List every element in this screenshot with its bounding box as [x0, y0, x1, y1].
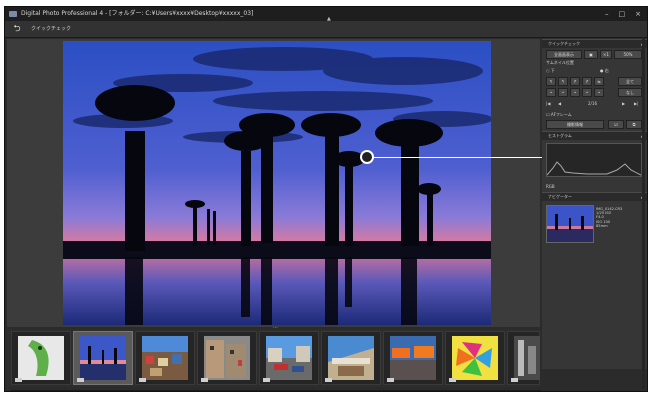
raw-badge [325, 378, 332, 382]
navigator-panel-title[interactable]: ナビゲーター ▲ [542, 192, 647, 201]
first-image-icon[interactable]: |◀ [546, 101, 550, 106]
af-frame-label: AFフレーム [550, 112, 572, 117]
raw-badge [511, 378, 518, 382]
histogram-panel-label: ヒストグラム [548, 133, 572, 138]
thumbnail-old-buildings[interactable] [197, 331, 257, 385]
thumbnail-strip [7, 329, 540, 387]
back-icon[interactable]: ⮌ [11, 23, 23, 35]
app-icon [9, 11, 17, 17]
thumbnail-orange-umbrellas[interactable] [383, 331, 443, 385]
thumbnail-hillside-town[interactable] [135, 331, 195, 385]
full-screen-button[interactable]: 全画面表示 [546, 50, 582, 59]
check-button[interactable]: ☑ [608, 120, 624, 129]
raw-badge [139, 378, 146, 382]
maximize-button[interactable]: □ [619, 7, 626, 21]
star-3-button[interactable]: • [570, 88, 580, 97]
rotate-left-button[interactable]: ↰ [546, 77, 556, 86]
position-bottom-label: 下 [550, 68, 555, 73]
rating-none-button[interactable]: なし [618, 88, 642, 97]
flip-button[interactable]: ⇆ [594, 77, 604, 86]
thumbnail-chameleon[interactable] [11, 331, 71, 385]
window-controls: – □ × [605, 7, 641, 21]
thumbnail-street-cars[interactable] [259, 331, 319, 385]
toolbar: ⮌ クイックチェック [5, 21, 647, 38]
raw-badge [15, 378, 22, 382]
last-image-icon[interactable]: ▶| [634, 101, 638, 106]
quick-check-tab[interactable]: クイックチェック [31, 21, 71, 37]
main-photo [63, 41, 491, 325]
thumb-position-label: サムネイル位置 [546, 60, 574, 65]
rating-all-button[interactable]: 全て [618, 77, 642, 86]
zoom-button[interactable]: ×1 [600, 50, 612, 59]
shooting-info-button[interactable]: 撮影情報 [546, 120, 604, 129]
rotate-right2-button[interactable]: ↱ [582, 77, 592, 86]
zoom-select[interactable]: 50% [614, 50, 642, 59]
image-viewer[interactable] [7, 39, 540, 327]
star-2-button[interactable]: • [558, 88, 568, 97]
quick-check-panel-title[interactable]: クイックチェック ▲ [542, 39, 647, 48]
position-right-label: 右 [604, 68, 609, 73]
fit-screen-button[interactable]: ▣ [584, 50, 598, 59]
rotate-left2-button[interactable]: ↰ [558, 77, 568, 86]
af-frame-checkbox[interactable]: ☐ AFフレーム [546, 112, 572, 118]
callout-marker [360, 150, 374, 164]
next-image-icon[interactable]: ▶ [622, 101, 625, 106]
raw-badge [77, 378, 84, 382]
collapse-toolbar-icon[interactable]: ▲ [327, 16, 331, 22]
close-button[interactable]: × [635, 7, 641, 21]
navigator-panel-label: ナビゲーター [548, 194, 572, 199]
raw-badge [449, 378, 456, 382]
quick-check-panel-label: クイックチェック [548, 41, 580, 46]
thumbnail-baobab-sunset[interactable] [73, 331, 133, 385]
raw-badge [387, 378, 394, 382]
star-1-button[interactable]: • [546, 88, 556, 97]
title-bar: Digital Photo Professional 4 - [フォルダー: C… [5, 7, 647, 21]
scrollbar-thumb[interactable] [19, 391, 309, 392]
navigator-info: IMG_0142.CR3 1/25 ISO F4.0 ISO 100 85mm [596, 207, 644, 228]
thumbnail-colorful-pinwheels[interactable] [445, 331, 505, 385]
histogram-graph [546, 143, 642, 177]
horizontal-scrollbar[interactable] [11, 390, 541, 392]
thumbnail-street-market[interactable] [321, 331, 381, 385]
navigator-thumbnail[interactable] [546, 205, 594, 243]
histogram-scale-label: RGB [546, 184, 555, 189]
strip-resize-handle[interactable]: ⋯ [273, 325, 278, 331]
thumbnail-machinery[interactable] [507, 331, 540, 385]
rotate-right-button[interactable]: ↱ [570, 77, 580, 86]
position-right-radio[interactable]: ● 右 [600, 68, 609, 74]
copy-button[interactable]: ⧉ [626, 120, 642, 129]
prev-image-icon[interactable]: ◀ [558, 101, 561, 106]
raw-badge [201, 378, 208, 382]
star-4-button[interactable]: • [582, 88, 592, 97]
nav-info-line: 85mm [596, 223, 608, 228]
window-title: Digital Photo Professional 4 - [フォルダー: C… [21, 10, 254, 17]
app-window: Digital Photo Professional 4 - [フォルダー: C… [4, 6, 648, 392]
position-bottom-radio[interactable]: ○ 下 [546, 68, 555, 74]
minimize-button[interactable]: – [605, 7, 609, 21]
raw-badge [263, 378, 270, 382]
star-5-button[interactable]: • [594, 88, 604, 97]
vertical-scrollbar[interactable] [642, 39, 645, 389]
right-panel: クイックチェック ▲ 全画面表示 ▣ ×1 50% サムネイル位置 ○ 下 ● … [542, 39, 647, 369]
page-indicator: 2/16 [588, 101, 597, 106]
histogram-panel-title[interactable]: ヒストグラム ▲ [542, 131, 647, 140]
